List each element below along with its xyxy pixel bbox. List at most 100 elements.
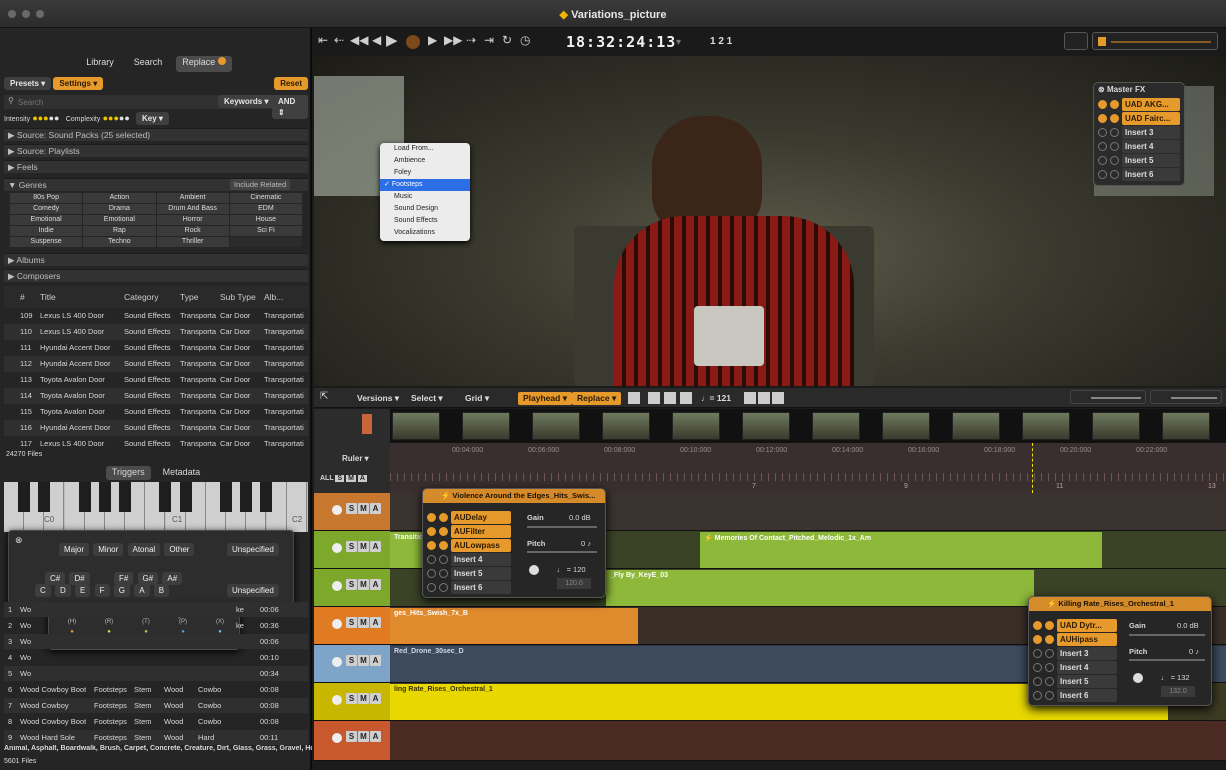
tab-metadata[interactable]: Metadata bbox=[157, 466, 207, 480]
genre-suspense[interactable]: Suspense bbox=[10, 237, 83, 247]
track-m-button[interactable]: M bbox=[358, 579, 369, 590]
result-row[interactable]: 7 Wood Cowboy Footsteps Stem Wood Cowbo 00:08 bbox=[4, 698, 308, 713]
table-row[interactable]: 109 Lexus LS 400 Door Sound Effects Transpo… bbox=[4, 308, 308, 324]
table-row[interactable]: 117 Lexus LS 400 Door Sound Effects Transpo… bbox=[4, 436, 308, 452]
piano-black-key[interactable] bbox=[260, 482, 273, 512]
grid-dropdown[interactable]: Grid ▾ bbox=[460, 392, 494, 405]
master-insert-5[interactable]: Insert 5 bbox=[1098, 154, 1180, 167]
pan-knob[interactable] bbox=[529, 565, 539, 575]
unspecified-scale-button[interactable]: Unspecified bbox=[227, 543, 279, 556]
result-row[interactable]: 8 Wood Cowboy Boot Footsteps Stem Wood Cowbo 0… bbox=[4, 714, 308, 729]
tool-icon-4[interactable] bbox=[680, 392, 692, 404]
track-a-button[interactable]: A bbox=[370, 503, 381, 514]
source-sound-packs-section[interactable]: ▶ Source: Sound Packs (25 selected) bbox=[4, 128, 308, 141]
insert-power-icon[interactable] bbox=[1110, 170, 1119, 179]
track-m-button[interactable]: M bbox=[358, 655, 369, 666]
piano-white-key[interactable] bbox=[286, 482, 307, 532]
rewind-icon[interactable]: ◀◀ bbox=[350, 33, 368, 47]
pan-knob[interactable] bbox=[1133, 673, 1143, 683]
include-related-button[interactable]: Include Related bbox=[230, 179, 291, 190]
track-a-button[interactable]: A bbox=[370, 541, 381, 552]
track-s-button[interactable]: S bbox=[346, 503, 357, 514]
track-s-button[interactable]: S bbox=[346, 731, 357, 742]
genre-horror[interactable]: Horror bbox=[156, 215, 229, 225]
track-volume-knob[interactable] bbox=[332, 505, 342, 515]
insert-slot[interactable]: AUDelay bbox=[427, 511, 511, 524]
genre-thriller[interactable]: Thriller bbox=[156, 237, 229, 247]
other-button[interactable]: Other bbox=[164, 543, 195, 556]
track-a-button[interactable]: A bbox=[370, 693, 381, 704]
intensity-dots[interactable]: ●●● bbox=[32, 113, 48, 123]
insert-power-icon[interactable] bbox=[1033, 677, 1042, 686]
table-row[interactable]: 110 Lexus LS 400 Door Sound Effects Transpo… bbox=[4, 324, 308, 340]
insert-power-icon[interactable] bbox=[427, 583, 436, 592]
track-s-button[interactable]: S bbox=[346, 655, 357, 666]
audio-clip[interactable]: ⚡ Memories Of Contact_Pitched_Melodic_1x… bbox=[700, 532, 1102, 568]
pointer-tool-icon[interactable]: ⇱ bbox=[320, 391, 328, 402]
insert-slot[interactable]: AUFilter bbox=[427, 525, 511, 538]
major-button[interactable]: Major bbox=[59, 543, 90, 556]
mute-all-button[interactable]: M bbox=[346, 475, 356, 482]
insert-slot[interactable]: Insert 6 bbox=[1033, 689, 1117, 702]
track-volume-knob[interactable] bbox=[332, 543, 342, 553]
loop-icon[interactable]: ↻ bbox=[502, 33, 512, 47]
insert-power-icon[interactable] bbox=[1045, 635, 1054, 644]
bpm-field[interactable]: 120.0 bbox=[557, 578, 591, 589]
insert-power-icon[interactable] bbox=[1045, 649, 1054, 658]
insert-power-icon[interactable] bbox=[439, 555, 448, 564]
column-title[interactable]: Title bbox=[40, 286, 56, 308]
key-a[interactable]: A bbox=[134, 584, 150, 597]
settings-dropdown[interactable]: Settings ▾ bbox=[53, 77, 104, 90]
step-back-icon[interactable]: ◀ bbox=[372, 33, 381, 47]
insert-slot[interactable]: Insert 5 bbox=[1033, 675, 1117, 688]
track-s-button[interactable]: S bbox=[346, 579, 357, 590]
menu-music[interactable]: Music bbox=[380, 191, 470, 203]
track-volume-knob[interactable] bbox=[332, 657, 342, 667]
albums-section[interactable]: ▶ Albums bbox=[4, 253, 308, 266]
keywords-dropdown[interactable]: Keywords ▾ bbox=[218, 95, 275, 108]
key-e[interactable]: E bbox=[75, 584, 91, 597]
insert-slot[interactable]: Insert 3 bbox=[1033, 647, 1117, 660]
column-number[interactable]: # bbox=[20, 286, 25, 308]
insert-power-icon[interactable] bbox=[439, 513, 448, 522]
piano-black-key[interactable] bbox=[119, 482, 131, 512]
tool-icon-1[interactable] bbox=[628, 392, 640, 404]
genre-house[interactable]: House bbox=[229, 215, 302, 225]
table-row[interactable]: 114 Toyota Avalon Door Sound Effects Transp… bbox=[4, 388, 308, 404]
tab-replace[interactable]: Replace bbox=[176, 56, 232, 72]
result-row[interactable]: 9 Wood Hard Sole Footsteps Stem Wood Hard 00:1… bbox=[4, 730, 308, 745]
select-dropdown[interactable]: Select ▾ bbox=[406, 392, 448, 405]
insert-power-icon[interactable] bbox=[1110, 142, 1119, 151]
menu-vocalizations[interactable]: Vocalizations bbox=[380, 227, 470, 239]
insert-power-icon[interactable] bbox=[1033, 621, 1042, 630]
insert-power-icon[interactable] bbox=[1045, 663, 1054, 672]
piano-black-key[interactable] bbox=[98, 482, 111, 512]
menu-ambience[interactable]: Ambience bbox=[380, 155, 470, 167]
previous-marker-icon[interactable]: ⇠ bbox=[334, 33, 344, 47]
reset-button[interactable]: Reset bbox=[274, 77, 308, 90]
presets-dropdown[interactable]: Presets ▾ bbox=[4, 77, 52, 90]
track-volume-knob[interactable] bbox=[332, 619, 342, 629]
insert-power-icon[interactable] bbox=[1098, 128, 1107, 137]
timecode-dropdown-icon[interactable]: ▾ bbox=[676, 37, 681, 48]
piano-black-key[interactable] bbox=[159, 482, 172, 512]
track-header[interactable]: SMA bbox=[314, 531, 390, 569]
result-row[interactable]: 3 Wo 00:06 bbox=[4, 634, 308, 649]
insert-power-icon[interactable] bbox=[1033, 663, 1042, 672]
key-d[interactable]: D bbox=[55, 584, 71, 597]
piano-black-key[interactable] bbox=[240, 482, 253, 512]
track-lane[interactable] bbox=[390, 721, 1226, 761]
key-f[interactable]: F bbox=[94, 584, 110, 597]
track-m-button[interactable]: M bbox=[358, 617, 369, 628]
insert-power-icon[interactable] bbox=[439, 583, 448, 592]
go-to-end-icon[interactable]: ⇥ bbox=[484, 33, 494, 47]
insert-power-icon[interactable] bbox=[439, 527, 448, 536]
playhead-line[interactable] bbox=[1032, 443, 1033, 493]
feels-section[interactable]: ▶ Feels bbox=[4, 160, 308, 173]
column-category[interactable]: Category bbox=[124, 286, 159, 308]
piano-black-key[interactable] bbox=[179, 482, 192, 512]
insert-power-icon[interactable] bbox=[427, 541, 436, 550]
column-sub-type[interactable]: Sub Type bbox=[220, 286, 256, 308]
result-row[interactable]: 2 Wo ke 00:36 bbox=[4, 618, 308, 633]
gain-slider[interactable] bbox=[527, 526, 597, 528]
